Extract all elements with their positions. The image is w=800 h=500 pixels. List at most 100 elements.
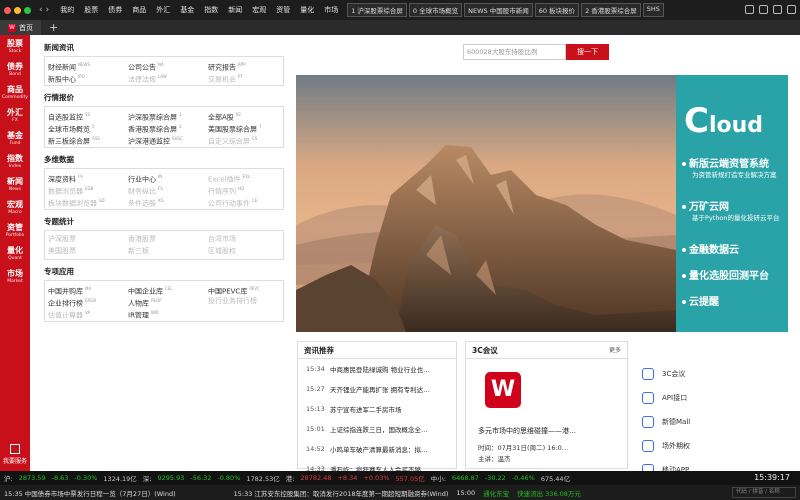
menu-item[interactable]: 资管: [271, 5, 295, 15]
function-link[interactable]: 香港股票: [125, 233, 205, 245]
function-link[interactable]: 投行业务排行榜: [205, 295, 285, 307]
sidebar-item[interactable]: 指数 Index: [0, 150, 30, 173]
function-link[interactable]: 公司行动事件 CE: [205, 195, 285, 207]
sidebar-item[interactable]: 资管 Portfolio: [0, 219, 30, 242]
ticker-tab[interactable]: 0 全球市场概览: [408, 3, 463, 17]
function-link[interactable]: 行情序列 HQ: [205, 183, 285, 195]
menu-item[interactable]: 债券: [103, 5, 127, 15]
quick-link[interactable]: 3C会议: [636, 362, 786, 386]
news-item[interactable]: 14:52 小鸣单车破产清算最新消息：拟…: [298, 439, 456, 459]
function-link[interactable]: 交易机会 PT: [205, 71, 285, 83]
function-link[interactable]: 数据浏览器 EDB: [45, 183, 125, 195]
function-link[interactable]: 中国企业库 CEL: [125, 283, 205, 295]
menu-item[interactable]: 指数: [199, 5, 223, 15]
function-link[interactable]: 自定义综合屏 CS: [205, 133, 285, 145]
menu-item[interactable]: 市场: [319, 5, 343, 15]
ticker-news-mid[interactable]: 15:33 江苏安东控股集团：取消发行2018年度第一期超短期融资券(Wind): [234, 488, 449, 498]
ticker-tab[interactable]: 1 沪深股票综合屏: [347, 3, 407, 17]
banner-image[interactable]: [296, 75, 676, 332]
sidebar-item[interactable]: 宏观 Macro: [0, 196, 30, 219]
sidebar-item[interactable]: 商品 Commodity: [0, 81, 30, 104]
menu-item[interactable]: 商品: [127, 5, 151, 15]
cloud-feature[interactable]: 金融数据云: [682, 241, 739, 256]
tab-home[interactable]: W 首页: [0, 20, 41, 35]
news-item[interactable]: 15:34 中商惠民登陆绿诚购 物业行业也…: [298, 359, 456, 379]
function-link[interactable]: 全部A股 92: [205, 109, 285, 121]
function-link[interactable]: 自选股监控 SS: [45, 109, 125, 121]
function-link[interactable]: 中国PEVC库 PEVC: [205, 283, 285, 295]
cloud-feature[interactable]: 云提醒: [682, 293, 719, 308]
function-link[interactable]: 研究报告 RPP: [205, 59, 285, 71]
wind-app-logo-icon[interactable]: W: [485, 372, 521, 408]
menu-item[interactable]: 外汇: [151, 5, 175, 15]
news-item[interactable]: 15:01 上证综指连跌三日，国改概念全…: [298, 419, 456, 439]
function-link[interactable]: 深度资料 F9: [45, 171, 125, 183]
function-link[interactable]: 美国股票: [45, 245, 125, 257]
function-link[interactable]: 区域股权: [205, 245, 285, 257]
sidebar-item[interactable]: 债券 Bond: [0, 58, 30, 81]
function-link[interactable]: 新股中心 IPO: [45, 71, 125, 83]
cloud-feature[interactable]: 万矿云网: [682, 198, 729, 213]
function-link[interactable]: 行业中心 IN: [125, 171, 205, 183]
quick-link[interactable]: API接口: [636, 386, 786, 410]
function-link[interactable]: 板块数据浏览器 SD: [45, 195, 125, 207]
quick-link[interactable]: 场外期权: [636, 434, 786, 458]
ticker-tab[interactable]: 2 香港股票综合屏: [581, 3, 641, 17]
hk-index-value[interactable]: 28782.48: [300, 474, 331, 482]
sidebar-item[interactable]: 量化 Quant: [0, 242, 30, 265]
function-link[interactable]: 香港股票综合屏 2: [125, 121, 205, 133]
sidebar-item[interactable]: 基金 Fund: [0, 127, 30, 150]
function-link[interactable]: 台湾市场: [205, 233, 285, 245]
function-link[interactable]: 沪深股票综合屏 1: [125, 109, 205, 121]
quick-link[interactable]: 新德Mall: [636, 410, 786, 434]
menu-item[interactable]: 基金: [175, 5, 199, 15]
close-window-button[interactable]: [4, 6, 11, 14]
news-item[interactable]: 15:27 天齐锂业产能再扩张 拥有专利达…: [298, 379, 456, 399]
function-link[interactable]: IR管理 WIR: [125, 307, 205, 319]
function-link[interactable]: 财经新闻 NEWS: [45, 59, 125, 71]
cloud-promo-panel[interactable]: Cloud 新版云端资管系统 为资管新规打造专业解决方案 万矿云网 基于Python的…: [676, 75, 788, 332]
menu-item[interactable]: 量化: [295, 5, 319, 15]
menu-item[interactable]: 我的: [55, 5, 79, 15]
function-link[interactable]: 人物库 PEOP: [125, 295, 205, 307]
function-link[interactable]: 中国并购库 MA: [45, 283, 125, 295]
service-button[interactable]: 我要服务: [0, 444, 30, 465]
minimize-window-button[interactable]: [14, 6, 21, 14]
function-link[interactable]: 估值计算器 VA: [45, 307, 125, 319]
back-arrow-icon[interactable]: ‹: [39, 5, 43, 15]
flow-stock[interactable]: 通化东宝: [483, 488, 509, 498]
function-link[interactable]: 公司公告 NA: [125, 59, 205, 71]
sidebar-item[interactable]: 新闻 News: [0, 173, 30, 196]
add-tab-button[interactable]: +: [49, 21, 58, 34]
function-link[interactable]: Excel插件 EXL: [205, 171, 285, 183]
news-item[interactable]: 15:13 苏宁宣布进军二手房市场: [298, 399, 456, 419]
sz-index-value[interactable]: 9295.93: [158, 474, 185, 482]
function-link[interactable]: 新三板综合屏 ASS: [45, 133, 125, 145]
cloud-feature[interactable]: 量化选股回测平台: [682, 267, 769, 282]
ticker-tab[interactable]: NEWS 中国股市新闻: [464, 3, 533, 17]
search-button[interactable]: 搜一下: [566, 44, 609, 60]
menu-item[interactable]: 股票: [79, 5, 103, 15]
code-search-input[interactable]: 代码 / 拼音 / 名称: [732, 487, 796, 498]
home-icon[interactable]: [745, 5, 754, 14]
function-link[interactable]: 条件选股 XG: [125, 195, 205, 207]
sidebar-item[interactable]: 股票 Stock: [0, 35, 30, 58]
user-icon[interactable]: [787, 5, 796, 14]
maximize-window-button[interactable]: [24, 6, 31, 14]
ticker-tab[interactable]: SHS: [642, 3, 664, 17]
sidebar-item[interactable]: 市场 Market: [0, 265, 30, 288]
ticker-news-left[interactable]: 15:35 中国债券市场中票发行日程一览（7月27日）(Wind): [4, 488, 176, 498]
zx-index-value[interactable]: 6468.87: [452, 474, 479, 482]
function-link[interactable]: 沪深港通监控 SHSC: [125, 133, 205, 145]
settings-icon[interactable]: [759, 5, 768, 14]
function-link[interactable]: 法律法规 LAW: [125, 71, 205, 83]
ticker-tab[interactable]: 60 板块报价: [534, 3, 580, 17]
sidebar-item[interactable]: 外汇 FX: [0, 104, 30, 127]
function-link[interactable]: 新三板: [125, 245, 205, 257]
more-link[interactable]: 更多: [609, 342, 621, 359]
forward-arrow-icon[interactable]: ›: [46, 5, 50, 15]
menu-item[interactable]: 宏观: [247, 5, 271, 15]
sh-index-value[interactable]: 2873.59: [19, 474, 46, 482]
menu-item[interactable]: 新闻: [223, 5, 247, 15]
function-link[interactable]: 美国股票综合屏 7: [205, 121, 285, 133]
